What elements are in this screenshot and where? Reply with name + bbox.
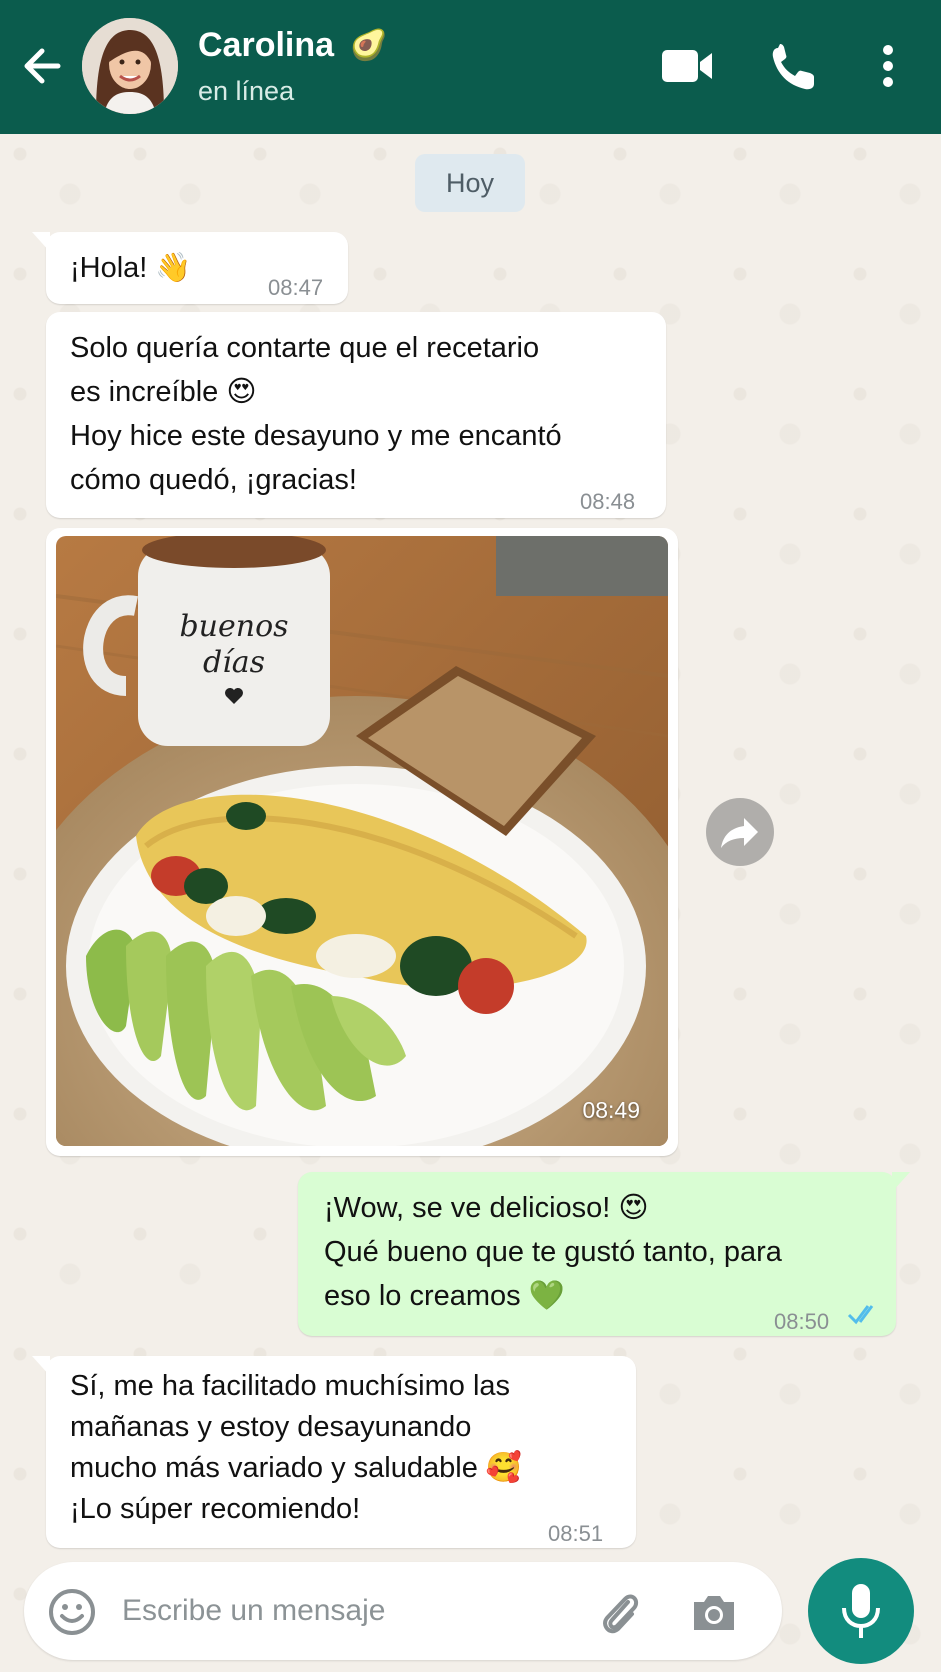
mug-text-line2: días xyxy=(203,645,265,680)
bubble-tail xyxy=(32,232,50,252)
bubble-tail xyxy=(892,1172,910,1192)
chat-header: Carolina 🥑 en línea xyxy=(0,0,941,134)
mug-text-line1: buenos xyxy=(179,609,288,644)
contact-status: en línea xyxy=(198,76,295,106)
message-incoming[interactable]: ¡Hola! 👋 08:47 xyxy=(32,232,348,304)
contact-name[interactable]: Carolina xyxy=(198,26,334,65)
microphone-icon[interactable] xyxy=(808,1558,914,1664)
video-call-icon[interactable] xyxy=(658,38,718,94)
phone-call-icon[interactable] xyxy=(764,38,824,94)
message-time: 08:47 xyxy=(268,275,324,300)
bubble-tail xyxy=(32,1356,50,1376)
camera-icon[interactable] xyxy=(688,1586,740,1638)
more-options-icon[interactable] xyxy=(862,38,906,94)
message-text: ¡Wow, se ve delicioso! 😍 Qué bueno que t… xyxy=(324,1192,782,1312)
breakfast-photo[interactable]: buenos días 08:49 xyxy=(56,536,668,1146)
message-composer xyxy=(24,1562,782,1660)
message-time: 08:48 xyxy=(580,489,636,514)
avatar[interactable] xyxy=(82,18,178,114)
avocado-icon: 🥑 xyxy=(350,29,388,62)
message-text: Sí, me ha facilitado muchísimo las mañan… xyxy=(70,1370,522,1525)
back-arrow-icon[interactable] xyxy=(18,42,70,90)
message-time: 08:51 xyxy=(548,1521,604,1546)
message-incoming[interactable]: Sí, me ha facilitado muchísimo las mañan… xyxy=(32,1356,636,1548)
date-divider: Hoy xyxy=(415,154,525,212)
message-time: 08:50 xyxy=(774,1309,830,1334)
message-input[interactable] xyxy=(122,1586,562,1636)
forward-icon[interactable] xyxy=(706,798,774,866)
message-text: ¡Hola! 👋 xyxy=(70,252,192,284)
message-text: Solo quería contarte que el recetario es… xyxy=(70,332,562,496)
message-time: 08:49 xyxy=(582,1097,640,1123)
attach-icon[interactable] xyxy=(594,1586,646,1638)
message-outgoing[interactable]: ¡Wow, se ve delicioso! 😍 Qué bueno que t… xyxy=(298,1172,910,1336)
emoji-icon[interactable] xyxy=(46,1586,98,1638)
message-incoming[interactable]: Solo quería contarte que el recetario es… xyxy=(46,312,666,518)
image-message: buenos días 08:49 xyxy=(46,528,678,1156)
read-ticks-icon xyxy=(846,1296,882,1340)
